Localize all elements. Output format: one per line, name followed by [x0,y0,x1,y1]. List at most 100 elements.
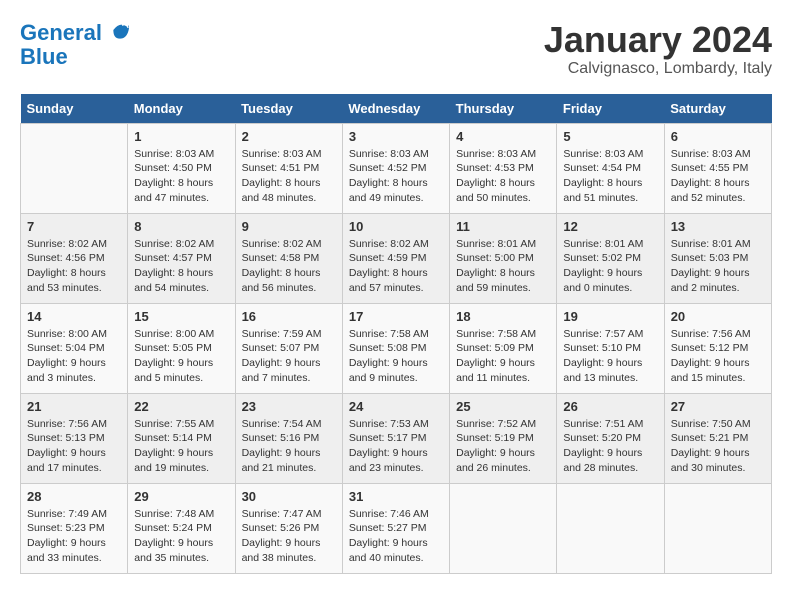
day-info: Sunrise: 7:46 AMSunset: 5:27 PMDaylight:… [349,507,443,566]
day-info: Sunrise: 7:50 AMSunset: 5:21 PMDaylight:… [671,417,765,476]
day-info: Sunrise: 7:47 AMSunset: 5:26 PMDaylight:… [242,507,336,566]
day-number: 16 [242,309,336,324]
day-number: 25 [456,399,550,414]
calendar-cell: 3 Sunrise: 8:03 AMSunset: 4:52 PMDaylight… [342,123,449,213]
day-number: 19 [563,309,657,324]
day-info: Sunrise: 7:48 AMSunset: 5:24 PMDaylight:… [134,507,228,566]
calendar-cell: 1 Sunrise: 8:03 AMSunset: 4:50 PMDaylight… [128,123,235,213]
header: General Blue January 2024 Calvignasco, L… [20,20,772,78]
day-number: 13 [671,219,765,234]
day-number: 11 [456,219,550,234]
day-info: Sunrise: 8:02 AMSunset: 4:57 PMDaylight:… [134,237,228,296]
month-title: January 2024 [544,20,772,60]
calendar-cell: 4 Sunrise: 8:03 AMSunset: 4:53 PMDaylight… [450,123,557,213]
column-header-friday: Friday [557,94,664,124]
calendar-cell: 6 Sunrise: 8:03 AMSunset: 4:55 PMDaylight… [664,123,771,213]
calendar-cell: 20 Sunrise: 7:56 AMSunset: 5:12 PMDayligh… [664,303,771,393]
column-header-tuesday: Tuesday [235,94,342,124]
title-area: January 2024 Calvignasco, Lombardy, Ital… [544,20,772,78]
day-number: 7 [27,219,121,234]
calendar-cell: 11 Sunrise: 8:01 AMSunset: 5:00 PMDayligh… [450,213,557,303]
day-number: 6 [671,129,765,144]
calendar-cell: 5 Sunrise: 8:03 AMSunset: 4:54 PMDaylight… [557,123,664,213]
day-info: Sunrise: 8:01 AMSunset: 5:02 PMDaylight:… [563,237,657,296]
day-info: Sunrise: 8:03 AMSunset: 4:54 PMDaylight:… [563,147,657,206]
day-number: 17 [349,309,443,324]
day-number: 4 [456,129,550,144]
day-number: 27 [671,399,765,414]
day-info: Sunrise: 8:03 AMSunset: 4:53 PMDaylight:… [456,147,550,206]
day-number: 14 [27,309,121,324]
location-subtitle: Calvignasco, Lombardy, Italy [544,60,772,78]
day-number: 15 [134,309,228,324]
calendar-cell: 28 Sunrise: 7:49 AMSunset: 5:23 PMDayligh… [21,483,128,573]
day-info: Sunrise: 8:02 AMSunset: 4:56 PMDaylight:… [27,237,121,296]
day-info: Sunrise: 7:56 AMSunset: 5:12 PMDaylight:… [671,327,765,386]
calendar-cell [557,483,664,573]
day-number: 26 [563,399,657,414]
calendar-week-row: 28 Sunrise: 7:49 AMSunset: 5:23 PMDayligh… [21,483,772,573]
day-number: 20 [671,309,765,324]
day-info: Sunrise: 8:03 AMSunset: 4:55 PMDaylight:… [671,147,765,206]
day-number: 5 [563,129,657,144]
day-info: Sunrise: 8:03 AMSunset: 4:50 PMDaylight:… [134,147,228,206]
day-info: Sunrise: 8:00 AMSunset: 5:04 PMDaylight:… [27,327,121,386]
calendar-cell: 19 Sunrise: 7:57 AMSunset: 5:10 PMDayligh… [557,303,664,393]
calendar-cell: 12 Sunrise: 8:01 AMSunset: 5:02 PMDayligh… [557,213,664,303]
day-number: 18 [456,309,550,324]
calendar-cell [21,123,128,213]
day-number: 28 [27,489,121,504]
calendar-cell: 9 Sunrise: 8:02 AMSunset: 4:58 PMDaylight… [235,213,342,303]
day-number: 24 [349,399,443,414]
calendar-cell: 16 Sunrise: 7:59 AMSunset: 5:07 PMDayligh… [235,303,342,393]
calendar-week-row: 7 Sunrise: 8:02 AMSunset: 4:56 PMDaylight… [21,213,772,303]
day-info: Sunrise: 8:02 AMSunset: 4:59 PMDaylight:… [349,237,443,296]
calendar-cell: 23Sunrise: 7:54 AMSunset: 5:16 PMDayligh… [235,393,342,483]
column-header-saturday: Saturday [664,94,771,124]
calendar-cell: 30 Sunrise: 7:47 AMSunset: 5:26 PMDayligh… [235,483,342,573]
day-number: 3 [349,129,443,144]
calendar-table: SundayMondayTuesdayWednesdayThursdayFrid… [20,94,772,574]
calendar-cell: 15 Sunrise: 8:00 AMSunset: 5:05 PMDayligh… [128,303,235,393]
day-info: Sunrise: 7:49 AMSunset: 5:23 PMDaylight:… [27,507,121,566]
calendar-header-row: SundayMondayTuesdayWednesdayThursdayFrid… [21,94,772,124]
calendar-cell: 29Sunrise: 7:48 AMSunset: 5:24 PMDayligh… [128,483,235,573]
calendar-week-row: 1 Sunrise: 8:03 AMSunset: 4:50 PMDaylight… [21,123,772,213]
calendar-cell: 14 Sunrise: 8:00 AMSunset: 5:04 PMDayligh… [21,303,128,393]
calendar-cell: 25Sunrise: 7:52 AMSunset: 5:19 PMDayligh… [450,393,557,483]
logo-text-blue: Blue [20,45,130,69]
calendar-cell [450,483,557,573]
day-info: Sunrise: 8:03 AMSunset: 4:51 PMDaylight:… [242,147,336,206]
calendar-cell: 13 Sunrise: 8:01 AMSunset: 5:03 PMDayligh… [664,213,771,303]
day-info: Sunrise: 8:01 AMSunset: 5:03 PMDaylight:… [671,237,765,296]
calendar-week-row: 14 Sunrise: 8:00 AMSunset: 5:04 PMDayligh… [21,303,772,393]
column-header-thursday: Thursday [450,94,557,124]
calendar-cell: 7 Sunrise: 8:02 AMSunset: 4:56 PMDaylight… [21,213,128,303]
column-header-monday: Monday [128,94,235,124]
day-info: Sunrise: 8:02 AMSunset: 4:58 PMDaylight:… [242,237,336,296]
day-info: Sunrise: 7:58 AMSunset: 5:08 PMDaylight:… [349,327,443,386]
day-number: 31 [349,489,443,504]
column-header-wednesday: Wednesday [342,94,449,124]
day-info: Sunrise: 7:53 AMSunset: 5:17 PMDaylight:… [349,417,443,476]
calendar-cell: 24 Sunrise: 7:53 AMSunset: 5:17 PMDayligh… [342,393,449,483]
day-info: Sunrise: 7:55 AMSunset: 5:14 PMDaylight:… [134,417,228,476]
calendar-cell: 17 Sunrise: 7:58 AMSunset: 5:08 PMDayligh… [342,303,449,393]
day-info: Sunrise: 7:56 AMSunset: 5:13 PMDaylight:… [27,417,121,476]
day-info: Sunrise: 8:00 AMSunset: 5:05 PMDaylight:… [134,327,228,386]
calendar-week-row: 21Sunrise: 7:56 AMSunset: 5:13 PMDayligh… [21,393,772,483]
day-info: Sunrise: 7:54 AMSunset: 5:16 PMDaylight:… [242,417,336,476]
day-info: Sunrise: 8:03 AMSunset: 4:52 PMDaylight:… [349,147,443,206]
day-number: 8 [134,219,228,234]
day-number: 2 [242,129,336,144]
day-number: 1 [134,129,228,144]
day-number: 22 [134,399,228,414]
day-info: Sunrise: 8:01 AMSunset: 5:00 PMDaylight:… [456,237,550,296]
column-header-sunday: Sunday [21,94,128,124]
day-number: 12 [563,219,657,234]
day-info: Sunrise: 7:59 AMSunset: 5:07 PMDaylight:… [242,327,336,386]
day-number: 9 [242,219,336,234]
day-info: Sunrise: 7:57 AMSunset: 5:10 PMDaylight:… [563,327,657,386]
logo-icon [110,20,130,40]
day-number: 30 [242,489,336,504]
